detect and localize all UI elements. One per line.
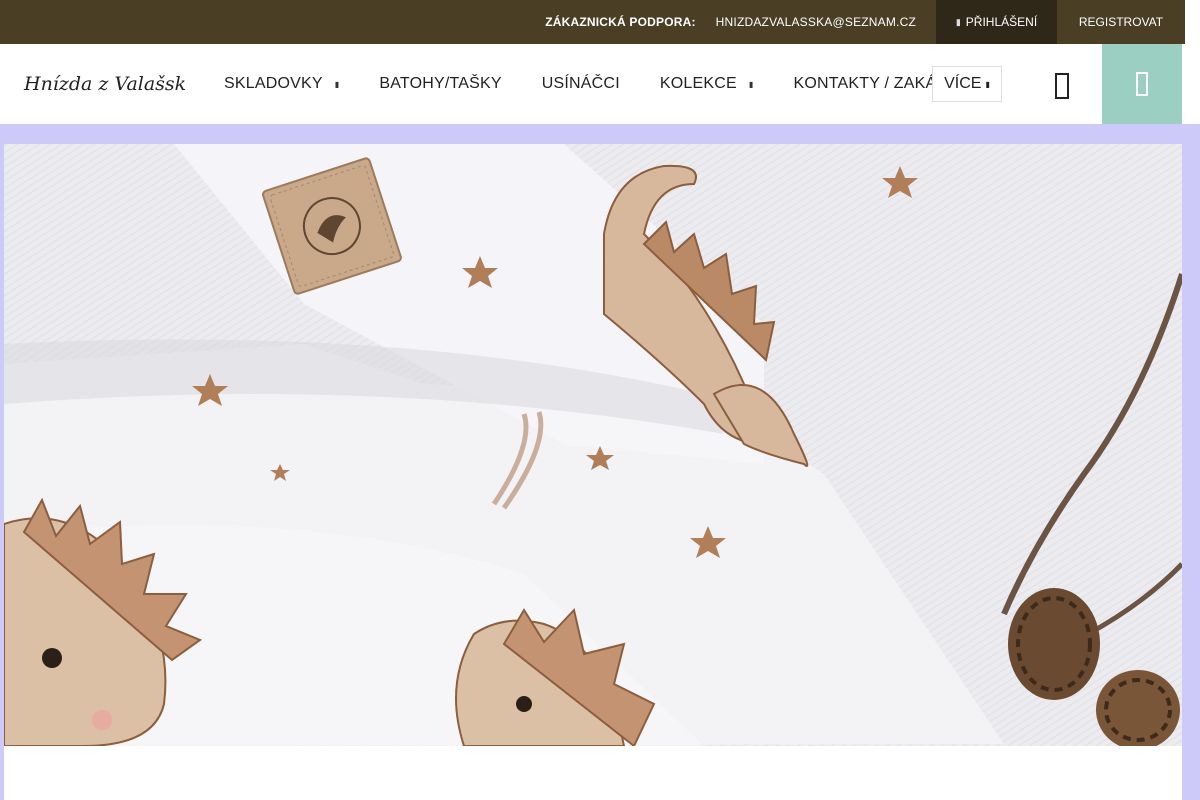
nav-item-kolekce[interactable]: KOLEKCE ▮	[640, 75, 774, 93]
user-icon: ▮	[955, 16, 961, 27]
main-header: Hnízda z Valašska SKLADOVKY ▮ BATOHY/TAŠ…	[0, 44, 1185, 124]
nav-item-skladovky[interactable]: SKLADOVKY ▮	[204, 75, 359, 93]
search-icon	[1055, 73, 1069, 99]
support-email-link[interactable]: HNIZDAZVALASSKA@SEZNAM.CZ	[716, 15, 916, 29]
support-label: ZÁKAZNICKÁ PODPORA:	[545, 15, 696, 29]
more-label: VÍCE	[944, 75, 982, 92]
site-logo[interactable]: Hnízda z Valašska	[22, 68, 198, 102]
topbar-edge	[1185, 0, 1200, 44]
login-button[interactable]: ▮ PŘIHLÁŠENÍ	[936, 0, 1057, 44]
more-menu-button[interactable]: VÍCE ▮	[932, 66, 1002, 102]
nav-item-usinacci[interactable]: USÍNÁČCI	[522, 75, 640, 93]
nav-label: BATOHY/TAŠKY	[379, 75, 502, 92]
nav-label: USÍNÁČCI	[541, 75, 620, 92]
hero-illustration	[4, 144, 1182, 746]
chevron-down-icon: ▮	[334, 79, 340, 89]
register-button[interactable]: REGISTROVAT	[1057, 0, 1185, 44]
branch-decoration	[1001, 273, 1182, 746]
nav-label: KONTAKTY / ZAKÁZKY	[793, 75, 934, 92]
register-label: REGISTROVAT	[1078, 15, 1164, 29]
main-nav: SKLADOVKY ▮ BATOHY/TAŠKY USÍNÁČCI KOLEKC…	[204, 44, 934, 124]
nav-item-kontakty[interactable]: KONTAKTY / ZAKÁZKY	[773, 75, 934, 93]
top-bar: ZÁKAZNICKÁ PODPORA: HNIZDAZVALASSKA@SEZN…	[0, 0, 1185, 44]
logo-script: Hnízda z Valašska	[23, 73, 198, 95]
cart-icon	[1136, 72, 1148, 96]
chevron-down-icon: ▮	[985, 79, 990, 89]
nav-label: SKLADOVKY	[224, 75, 323, 92]
content-area	[4, 746, 1182, 800]
nav-label: KOLEKCE	[659, 75, 737, 92]
hero-banner-image[interactable]	[4, 144, 1182, 746]
cart-button[interactable]	[1102, 44, 1182, 124]
header-edge	[1185, 44, 1200, 124]
chevron-down-icon: ▮	[748, 79, 754, 89]
nav-item-batohy[interactable]: BATOHY/TAŠKY	[359, 75, 521, 93]
search-button[interactable]	[1040, 66, 1084, 106]
svg-text:Hnízda z Valašska: Hnízda z Valašska	[23, 73, 187, 95]
login-label: PŘIHLÁŠENÍ	[965, 15, 1038, 29]
